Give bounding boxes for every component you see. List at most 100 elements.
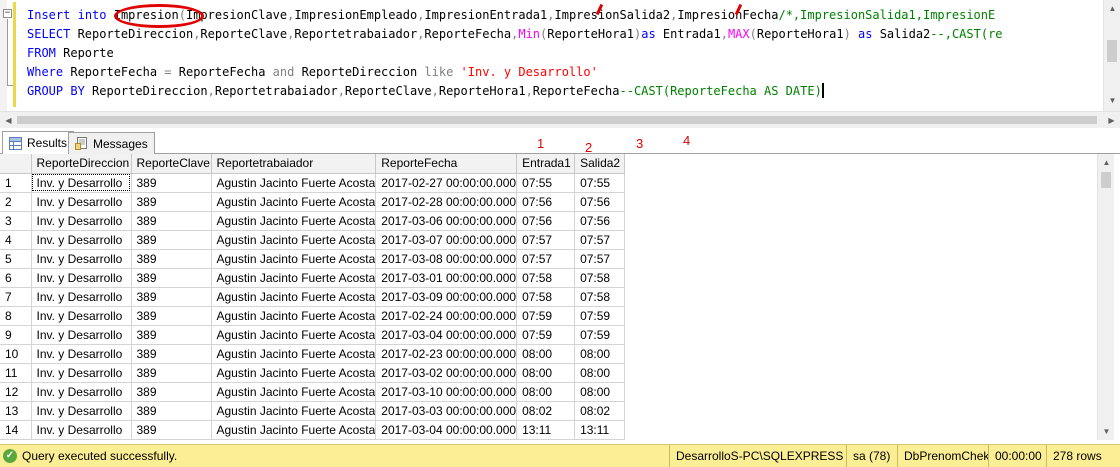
scroll-down-icon[interactable]: ▼ [1104,92,1120,109]
table-cell[interactable]: 07:58 [574,268,626,288]
table-row[interactable]: 1 Inv. y Desarrollo 389 Agustin Jacinto Fue… [0,173,626,193]
editor-hscroll-thumb[interactable] [17,116,1097,124]
table-cell[interactable]: Inv. y Desarrollo [31,401,132,421]
table-cell[interactable]: 07:56 [574,192,626,212]
table-cell[interactable]: Inv. y Desarrollo [31,249,132,269]
query-editor[interactable]: − Insert into Impresion(ImpresionClave,I… [0,0,1120,128]
table-cell[interactable]: Inv. y Desarrollo [31,420,132,440]
table-cell[interactable]: 07:58 [516,287,576,307]
column-header[interactable]: ReporteClave [131,154,212,174]
table-cell[interactable]: 07:57 [574,230,626,250]
code-line[interactable]: SELECT ReporteDireccion,ReporteClave,Rep… [27,25,1003,44]
table-cell[interactable]: 389 [131,230,212,250]
row-number[interactable]: 9 [0,325,32,345]
table-cell[interactable]: 08:00 [574,382,626,402]
row-number[interactable]: 6 [0,268,32,288]
table-cell[interactable]: Inv. y Desarrollo [31,363,132,383]
table-cell[interactable]: Inv. y Desarrollo [31,173,132,193]
tab-messages[interactable]: Messages [68,132,155,154]
table-cell[interactable]: Inv. y Desarrollo [31,306,132,326]
table-cell[interactable]: 389 [131,382,212,402]
table-cell[interactable]: 2017-03-07 00:00:00.000 [375,230,518,250]
row-number[interactable]: 11 [0,363,32,383]
table-cell[interactable]: 389 [131,325,212,345]
table-cell[interactable]: 08:00 [574,363,626,383]
table-cell[interactable]: 07:59 [516,306,576,326]
row-number[interactable]: 7 [0,287,32,307]
table-cell[interactable]: 389 [131,363,212,383]
table-cell[interactable]: Agustin Jacinto Fuerte Acosta [211,230,377,250]
table-cell[interactable]: 13:11 [516,420,576,440]
table-cell[interactable]: 07:59 [574,325,626,345]
table-cell[interactable]: 2017-02-23 00:00:00.000 [375,344,518,364]
table-cell[interactable]: Inv. y Desarrollo [31,382,132,402]
table-cell[interactable]: Agustin Jacinto Fuerte Acosta [211,363,377,383]
table-row[interactable]: 2 Inv. y Desarrollo 389 Agustin Jacinto Fue… [0,192,626,212]
table-cell[interactable]: 07:56 [516,211,576,231]
table-cell[interactable]: Inv. y Desarrollo [31,344,132,364]
scroll-up-icon[interactable]: ▲ [1098,154,1115,171]
row-number-header[interactable] [0,154,32,174]
table-cell[interactable]: 2017-03-01 00:00:00.000 [375,268,518,288]
table-cell[interactable]: Agustin Jacinto Fuerte Acosta [211,287,377,307]
table-cell[interactable]: 2017-03-10 00:00:00.000 [375,382,518,402]
scroll-down-icon[interactable]: ▼ [1098,423,1115,440]
table-cell[interactable]: 389 [131,173,212,193]
table-cell[interactable]: 07:59 [574,306,626,326]
table-cell[interactable]: 389 [131,344,212,364]
row-number[interactable]: 12 [0,382,32,402]
scroll-right-icon[interactable]: ▶ [1103,112,1120,129]
table-row[interactable]: 6 Inv. y Desarrollo 389 Agustin Jacinto Fue… [0,268,626,288]
code-line[interactable]: GROUP BY ReporteDireccion,Reportetrabaia… [27,82,1003,101]
table-cell[interactable]: 08:00 [574,344,626,364]
table-cell[interactable]: Inv. y Desarrollo [31,287,132,307]
table-cell[interactable]: 2017-03-06 00:00:00.000 [375,211,518,231]
table-row[interactable]: 3 Inv. y Desarrollo 389 Agustin Jacinto Fue… [0,211,626,231]
column-header[interactable]: Salida2 [574,154,626,174]
table-cell[interactable]: 07:58 [516,268,576,288]
scroll-left-icon[interactable]: ◀ [0,112,17,129]
scroll-up-icon[interactable]: ▲ [1104,0,1120,17]
row-number[interactable]: 4 [0,230,32,250]
table-cell[interactable]: Agustin Jacinto Fuerte Acosta [211,192,377,212]
table-cell[interactable]: 08:02 [516,401,576,421]
row-number[interactable]: 2 [0,192,32,212]
table-cell[interactable]: 07:56 [574,211,626,231]
table-cell[interactable]: 08:00 [516,382,576,402]
table-cell[interactable]: Agustin Jacinto Fuerte Acosta [211,173,377,193]
row-number[interactable]: 13 [0,401,32,421]
row-number[interactable]: 14 [0,420,32,440]
table-cell[interactable]: 08:02 [574,401,626,421]
table-cell[interactable]: 389 [131,192,212,212]
table-cell[interactable]: Agustin Jacinto Fuerte Acosta [211,401,377,421]
table-cell[interactable]: 08:00 [516,344,576,364]
table-cell[interactable]: 07:56 [516,192,576,212]
table-cell[interactable]: 13:11 [574,420,626,440]
table-cell[interactable]: Agustin Jacinto Fuerte Acosta [211,420,377,440]
grid-vertical-scrollbar[interactable]: ▲ ▼ [1097,154,1114,440]
table-cell[interactable]: 2017-03-04 00:00:00.000 [375,420,518,440]
code-line[interactable]: Where ReporteFecha = ReporteFecha and Re… [27,63,1003,82]
table-cell[interactable]: 389 [131,306,212,326]
collapse-toggle[interactable]: − [3,9,12,18]
table-cell[interactable]: 2017-03-04 00:00:00.000 [375,325,518,345]
table-row[interactable]: 9 Inv. y Desarrollo 389 Agustin Jacinto Fue… [0,325,626,345]
table-cell[interactable]: 07:57 [516,230,576,250]
table-cell[interactable]: Agustin Jacinto Fuerte Acosta [211,344,377,364]
editor-vscroll-thumb[interactable] [1107,40,1117,62]
table-cell[interactable]: 389 [131,249,212,269]
row-number[interactable]: 1 [0,173,32,193]
row-number[interactable]: 8 [0,306,32,326]
row-number[interactable]: 3 [0,211,32,231]
table-cell[interactable]: Inv. y Desarrollo [31,268,132,288]
column-header[interactable]: Reportetrabaiador [211,154,377,174]
grid-vscroll-thumb[interactable] [1101,172,1111,188]
table-cell[interactable]: 2017-03-03 00:00:00.000 [375,401,518,421]
row-number[interactable]: 10 [0,344,32,364]
table-cell[interactable]: 2017-03-09 00:00:00.000 [375,287,518,307]
editor-horizontal-scrollbar[interactable]: ◀ ▶ [0,111,1120,128]
table-cell[interactable]: Agustin Jacinto Fuerte Acosta [211,249,377,269]
table-row[interactable]: 7 Inv. y Desarrollo 389 Agustin Jacinto Fue… [0,287,626,307]
table-cell[interactable]: 07:58 [574,287,626,307]
column-header[interactable]: ReporteFecha [375,154,518,174]
